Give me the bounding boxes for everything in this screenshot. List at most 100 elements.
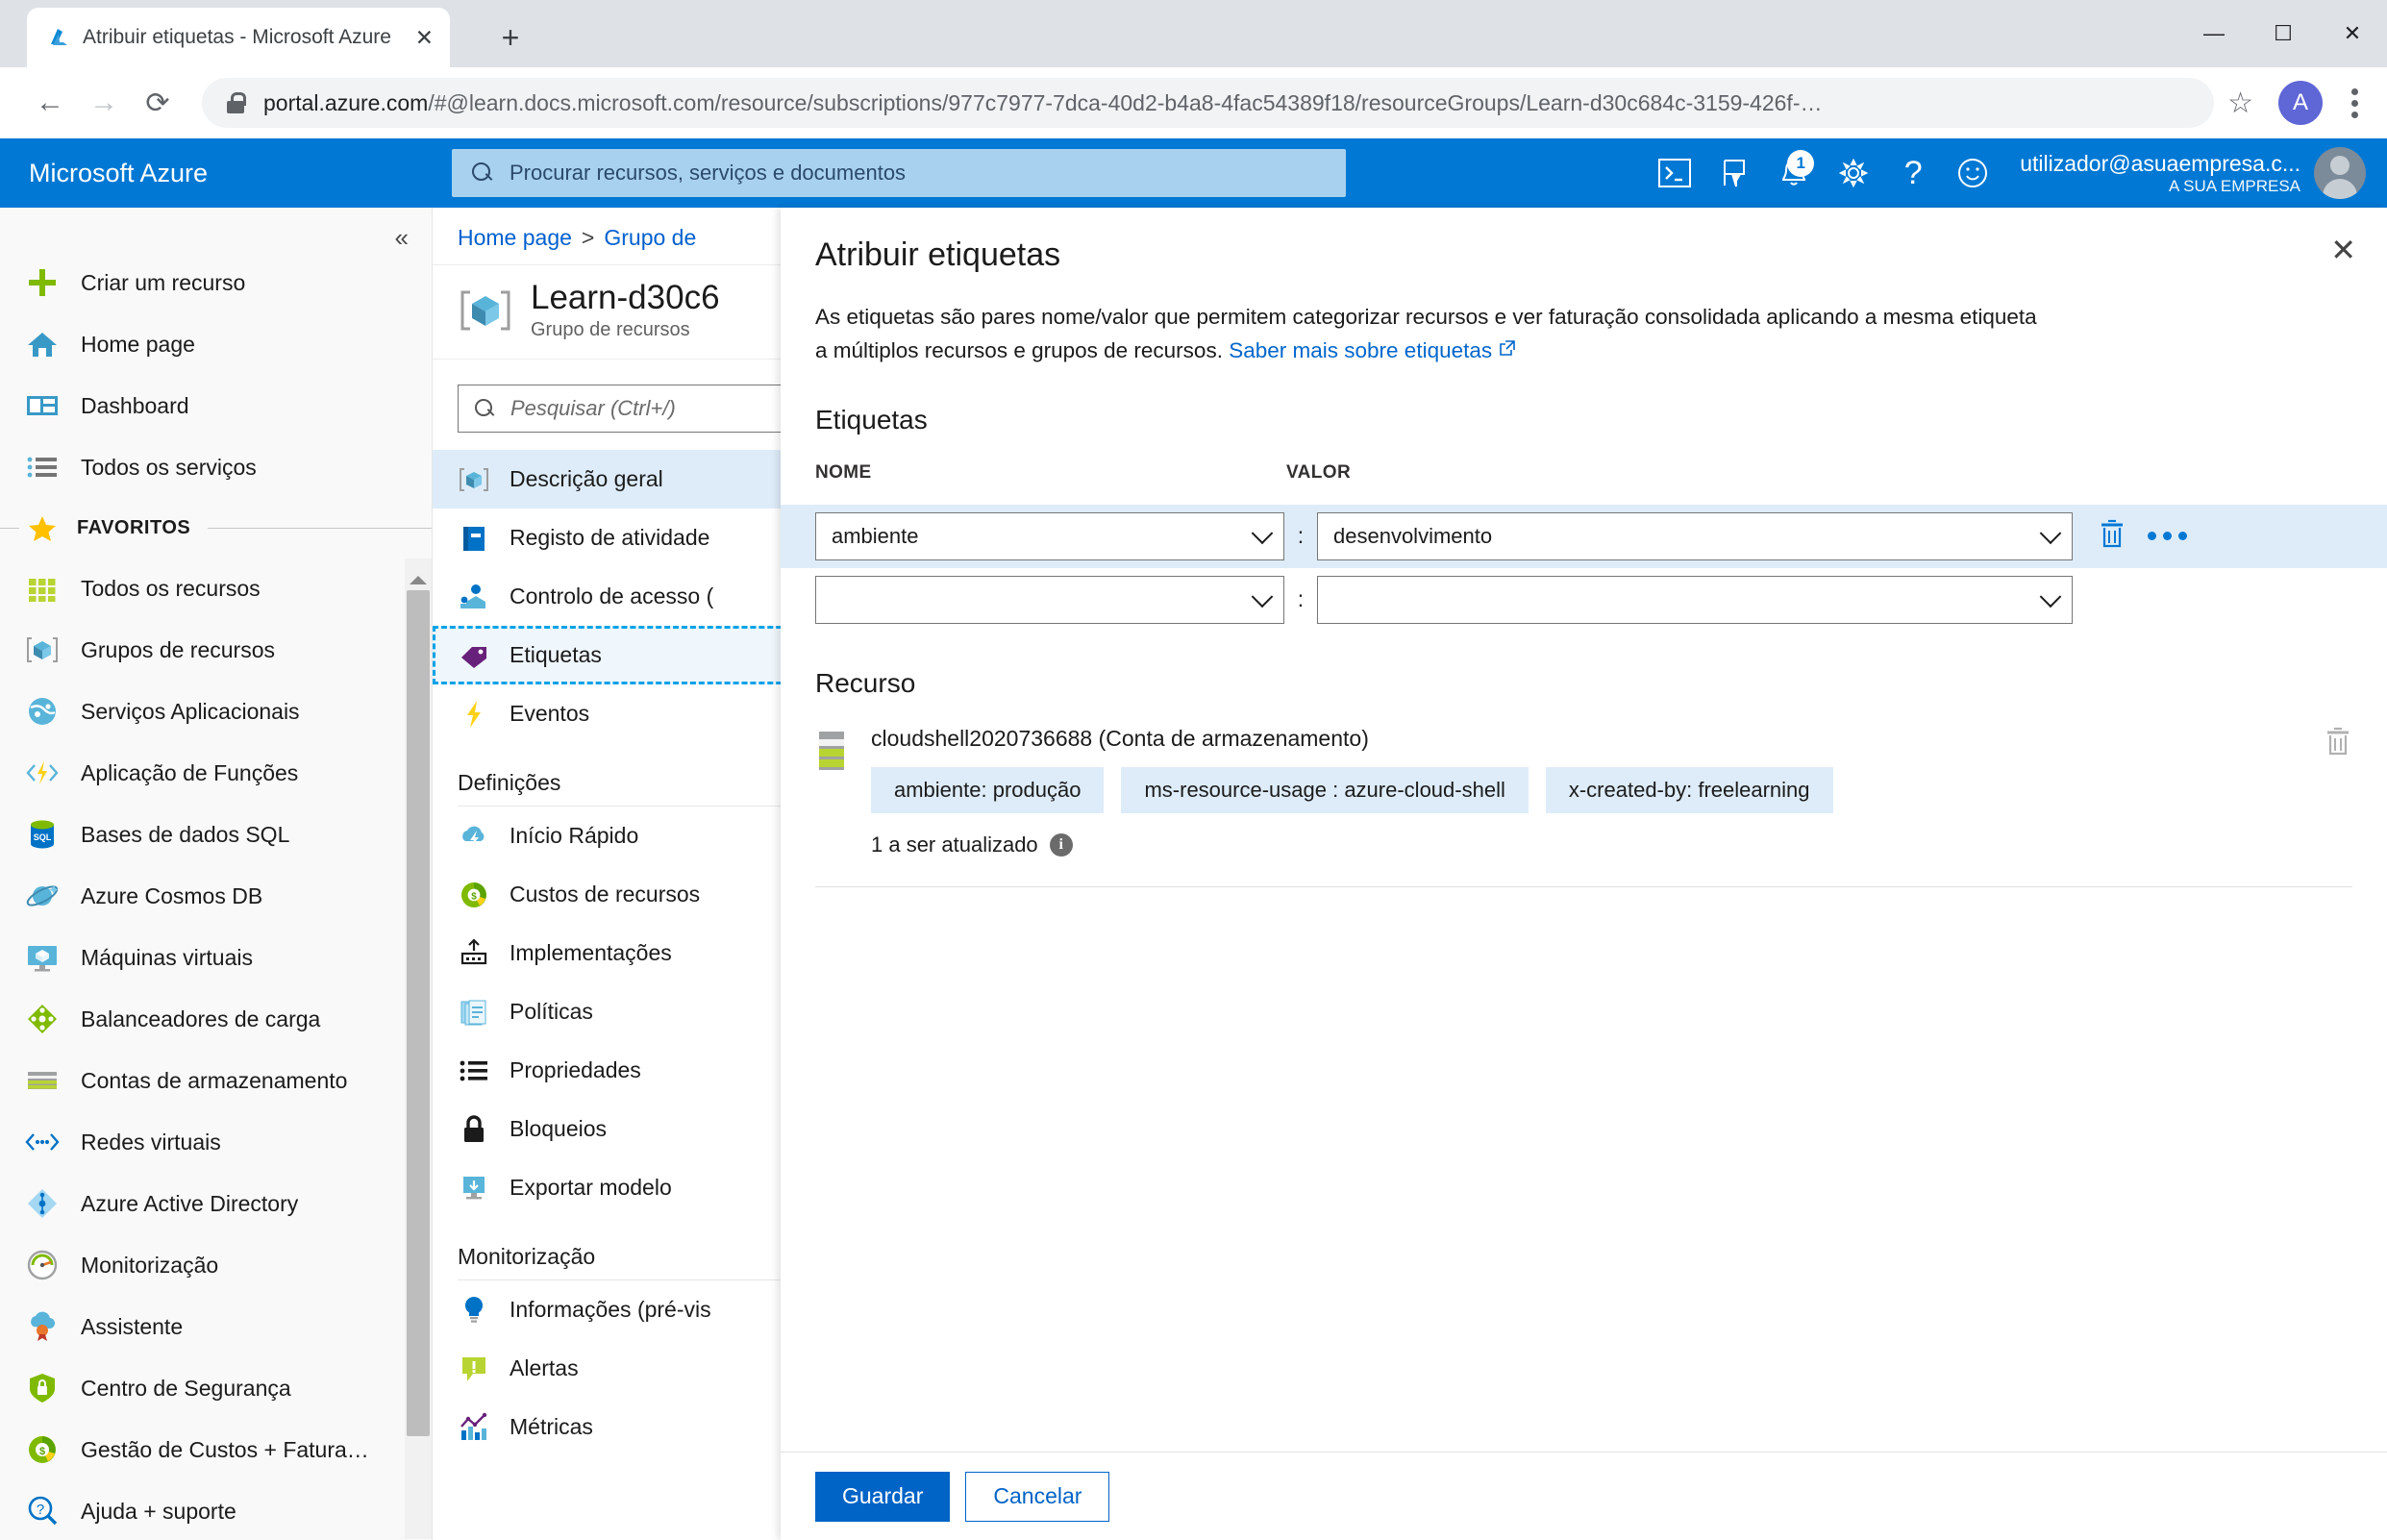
tag-value-input[interactable]: desenvolvimento xyxy=(1317,511,2073,560)
chevron-down-icon[interactable] xyxy=(2039,522,2062,544)
new-tab-button[interactable]: + xyxy=(490,17,531,58)
menu-item-exportar-modelo[interactable]: Exportar modelo xyxy=(433,1158,808,1217)
menu-item-alertas[interactable]: Alertas xyxy=(433,1339,808,1398)
more-options-icon[interactable] xyxy=(2140,524,2195,548)
metrics-icon xyxy=(458,1411,490,1444)
menu-item-informacoes[interactable]: Informações (pré-vis xyxy=(433,1280,808,1339)
back-icon[interactable]: ← xyxy=(23,76,77,130)
menu-search-input[interactable]: Pesquisar (Ctrl+/) xyxy=(458,385,808,433)
address-bar[interactable]: portal.azure.com/#@learn.docs.microsoft.… xyxy=(202,78,2215,128)
scroll-up-arrow-icon[interactable] xyxy=(405,559,432,585)
minimize-icon[interactable]: — xyxy=(2179,0,2249,67)
chevron-down-icon[interactable] xyxy=(2039,585,2062,608)
svg-text:$: $ xyxy=(39,1446,45,1457)
sidebar-item-gestao-de-custos-faturacao[interactable]: $ Gestão de Custos + Fatura… xyxy=(0,1419,432,1480)
sidebar-item-servicos-aplicacionais[interactable]: Serviços Aplicacionais xyxy=(0,681,432,742)
menu-item-controlo-de-acesso[interactable]: Controlo de acesso ( xyxy=(433,567,808,626)
sidebar-scrollbar[interactable] xyxy=(405,559,432,1539)
sidebar-item-redes-virtuais[interactable]: Redes virtuais xyxy=(0,1111,432,1173)
directory-filter-icon[interactable] xyxy=(1704,138,1764,208)
tag-row: ambiente : desenvolvimento xyxy=(781,504,2387,568)
close-icon[interactable]: ✕ xyxy=(2325,229,2362,271)
storage-account-icon xyxy=(815,730,854,772)
delete-tag-icon[interactable] xyxy=(2098,518,2126,554)
menu-item-bloqueios[interactable]: Bloqueios xyxy=(433,1100,808,1158)
window-close-icon[interactable]: ✕ xyxy=(2318,0,2387,67)
delete-resource-icon[interactable] xyxy=(2324,726,2352,761)
bell-icon[interactable]: 1 xyxy=(1764,138,1824,208)
breadcrumb-current[interactable]: Grupo de xyxy=(604,225,696,250)
menu-item-propriedades[interactable]: Propriedades xyxy=(433,1041,808,1100)
tag-name-input[interactable]: ambiente xyxy=(815,511,1284,560)
sidebar-scroll-thumb[interactable] xyxy=(407,590,430,1436)
sidebar-item-assistente[interactable]: Assistente xyxy=(0,1296,432,1357)
tag-value-input[interactable] xyxy=(1317,575,2073,624)
sidebar-item-contas-de-armazenamento[interactable]: Contas de armazenamento xyxy=(0,1050,432,1111)
menu-item-label: Alertas xyxy=(510,1355,579,1380)
tag-row: : xyxy=(781,568,2387,632)
sidebar-item-label: Azure Cosmos DB xyxy=(81,882,263,908)
browser-menu-icon[interactable] xyxy=(2346,83,2364,124)
sidebar-item-todos-os-servicos[interactable]: Todos os serviços xyxy=(0,436,432,498)
cancel-button[interactable]: Cancelar xyxy=(965,1471,1110,1522)
browser-titlebar: Atribuir etiquetas - Microsoft Azure ✕ +… xyxy=(0,0,2387,67)
star-icon xyxy=(25,510,60,545)
menu-item-inicio-rapido[interactable]: Início Rápido xyxy=(433,807,808,865)
resource-list: cloudshell2020736688 (Conta de armazenam… xyxy=(781,699,2387,887)
cloud-shell-icon[interactable] xyxy=(1645,138,1704,208)
menu-item-label: Registo de atividade xyxy=(510,525,710,550)
sidebar-item-home-page[interactable]: Home page xyxy=(0,313,432,375)
gear-icon[interactable] xyxy=(1824,138,1883,208)
tag-name-input[interactable] xyxy=(815,575,1284,624)
menu-item-metricas[interactable]: Métricas xyxy=(433,1398,808,1456)
user-avatar[interactable] xyxy=(2314,147,2366,199)
sidebar-item-balanceadores-de-carga[interactable]: Balanceadores de carga xyxy=(0,988,432,1050)
sidebar-item-centro-de-seguranca[interactable]: Centro de Segurança xyxy=(0,1357,432,1419)
menu-item-politicas[interactable]: Políticas xyxy=(433,982,808,1041)
policies-icon xyxy=(458,996,490,1029)
menu-item-registo-de-atividade[interactable]: Registo de atividade xyxy=(433,509,808,567)
menu-item-label: Exportar modelo xyxy=(510,1175,672,1200)
learn-more-link[interactable]: Saber mais sobre etiquetas xyxy=(1229,338,1492,362)
page-subtitle: Grupo de recursos xyxy=(531,319,690,340)
azure-favicon-icon xyxy=(46,25,71,50)
bookmark-star-icon[interactable]: ☆ xyxy=(2227,87,2253,120)
menu-item-eventos[interactable]: Eventos xyxy=(433,684,808,743)
sidebar-item-monitorizacao[interactable]: Monitorização xyxy=(0,1234,432,1296)
sidebar-item-azure-active-directory[interactable]: Azure Active Directory xyxy=(0,1173,432,1234)
sidebar-item-ajuda-suporte[interactable]: ? Ajuda + suporte xyxy=(0,1480,432,1540)
sidebar-item-grupos-de-recursos[interactable]: Grupos de recursos xyxy=(0,619,432,681)
sidebar-item-maquinas-virtuais[interactable]: Máquinas virtuais xyxy=(0,927,432,988)
function-app-icon xyxy=(25,756,60,790)
info-icon[interactable]: i xyxy=(1049,832,1073,857)
forward-icon[interactable]: → xyxy=(77,76,131,130)
menu-item-implementacoes[interactable]: Implementações xyxy=(433,924,808,982)
user-account[interactable]: utilizador@asuaempresa.c... A SUA EMPRES… xyxy=(2020,151,2300,196)
sidebar-item-azure-cosmos-db[interactable]: Azure Cosmos DB xyxy=(0,865,432,927)
save-button[interactable]: Guardar xyxy=(815,1471,951,1522)
tab-close-icon[interactable]: ✕ xyxy=(412,24,436,52)
maximize-icon[interactable]: ☐ xyxy=(2249,0,2318,67)
menu-item-etiquetas[interactable]: Etiquetas xyxy=(433,626,808,684)
sidebar-item-bases-de-dados-sql[interactable]: SQL Bases de dados SQL xyxy=(0,804,432,865)
sidebar-item-aplicacao-de-funcoes[interactable]: Aplicação de Funções xyxy=(0,742,432,804)
sidebar-item-criar-um-recurso[interactable]: Criar um recurso xyxy=(0,252,432,313)
chevron-down-icon[interactable] xyxy=(1251,585,1274,608)
reload-icon[interactable]: ⟳ xyxy=(131,76,185,130)
tags-table-header: NOME VALOR xyxy=(781,435,2387,484)
menu-item-label: Propriedades xyxy=(510,1057,641,1082)
monitoring-section-header: Monitorização xyxy=(458,1244,596,1269)
browser-profile-avatar[interactable]: A xyxy=(2278,81,2323,125)
menu-item-custos-de-recursos[interactable]: $ Custos de recursos xyxy=(433,865,808,924)
chevron-down-icon[interactable] xyxy=(1251,522,1274,544)
menu-item-descricao-geral[interactable]: Descrição geral xyxy=(433,450,808,509)
help-glyph: ? xyxy=(1903,154,1923,191)
help-icon[interactable]: ? xyxy=(1883,138,1943,208)
azure-brand[interactable]: Microsoft Azure xyxy=(29,159,452,188)
global-search-input[interactable]: Procurar recursos, serviços e documentos xyxy=(452,149,1346,197)
feedback-smiley-icon[interactable] xyxy=(1943,138,2002,208)
breadcrumb-home[interactable]: Home page xyxy=(458,225,572,250)
sidebar-item-dashboard[interactable]: Dashboard xyxy=(0,375,432,436)
browser-tab[interactable]: Atribuir etiquetas - Microsoft Azure ✕ xyxy=(27,8,450,67)
sidebar-item-todos-os-recursos[interactable]: Todos os recursos xyxy=(0,558,432,619)
